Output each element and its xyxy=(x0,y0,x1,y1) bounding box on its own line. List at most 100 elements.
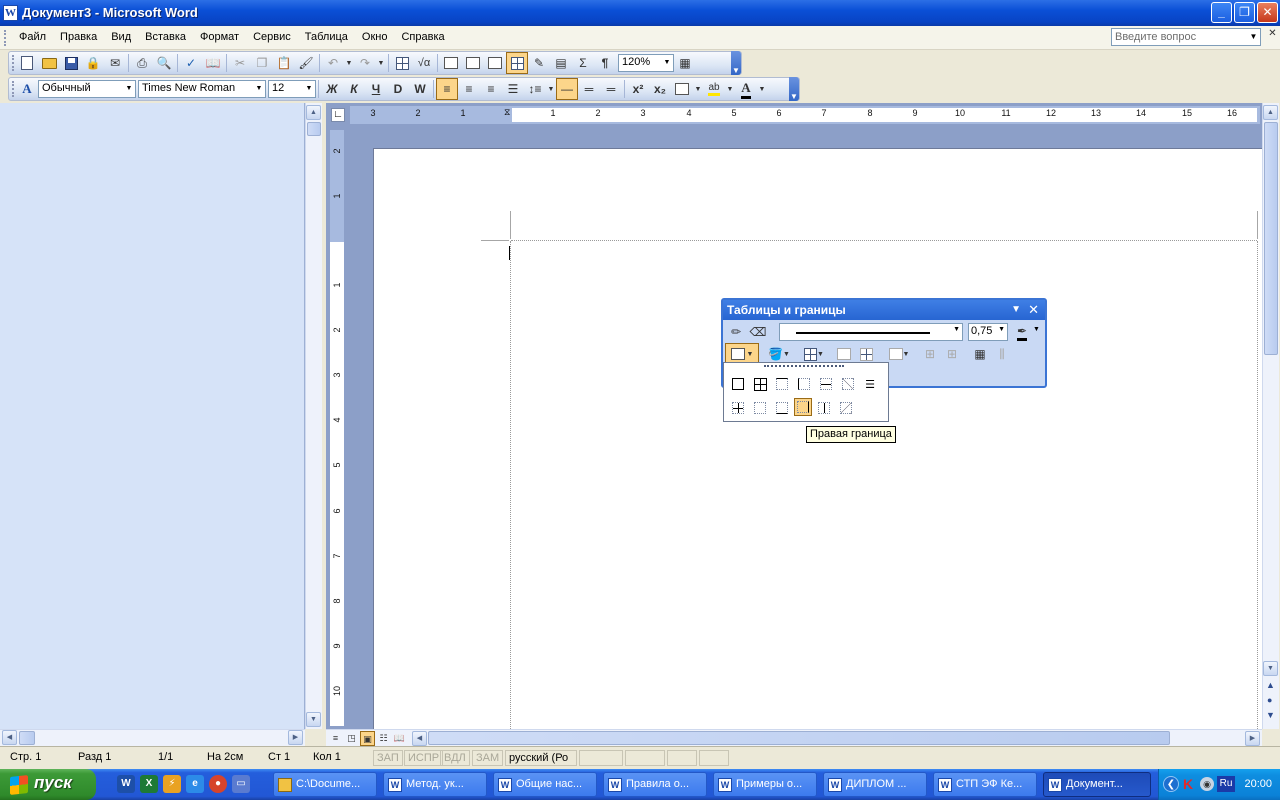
normal-view-icon[interactable]: ≡ xyxy=(328,731,343,746)
previous-page-icon[interactable]: ▲ xyxy=(1266,680,1275,690)
scroll-down-icon[interactable]: ▼ xyxy=(1263,661,1278,676)
scroll-left-icon[interactable]: ◀ xyxy=(412,731,427,746)
undo-button[interactable]: ↶ xyxy=(322,52,344,74)
next-page-icon[interactable]: ▼ xyxy=(1266,710,1275,720)
word-underline-button[interactable]: W xyxy=(409,78,431,100)
scroll-down-icon[interactable]: ▼ xyxy=(306,712,321,727)
diagonal-down-border-option[interactable] xyxy=(839,375,857,393)
toolbar-options-chevron[interactable]: ▼ xyxy=(789,77,799,101)
research-button[interactable]: 📖 xyxy=(202,52,224,74)
align-right-button[interactable]: ≡ xyxy=(480,78,502,100)
menu-help[interactable]: Справка xyxy=(394,31,451,43)
document-vertical-scrollbar[interactable]: ▲ ▼ ▲ ● ▼ xyxy=(1262,103,1279,729)
word-quicklaunch-icon[interactable]: W xyxy=(117,775,135,793)
redo-button[interactable]: ↷ xyxy=(354,52,376,74)
menu-tools[interactable]: Сервис xyxy=(246,31,298,43)
open-button[interactable] xyxy=(38,52,60,74)
bottom-border-option[interactable] xyxy=(773,399,791,417)
paste-button[interactable]: 📋 xyxy=(273,52,295,74)
bold-button[interactable]: Ж xyxy=(321,78,343,100)
align-center-button[interactable]: ≡ xyxy=(458,78,480,100)
double-underline-button[interactable]: D xyxy=(387,78,409,100)
scroll-thumb[interactable] xyxy=(307,122,321,136)
taskbar-item-word-active[interactable]: W Документ... xyxy=(1043,772,1151,797)
taskbar-item-word[interactable]: W Общие нас... xyxy=(493,772,597,797)
eraser-button[interactable]: ⌫ xyxy=(747,321,769,343)
chevron-down-icon[interactable]: ▼ xyxy=(303,81,315,97)
taskbar-item-explorer[interactable]: C:\Docume... xyxy=(273,772,377,797)
header-button[interactable] xyxy=(462,52,484,74)
start-button[interactable]: пуск xyxy=(0,769,96,800)
align-left-button[interactable]: ≡ xyxy=(436,78,458,100)
status-language[interactable]: русский (Ро xyxy=(505,750,577,766)
chevron-down-icon[interactable]: ▼ xyxy=(123,81,135,97)
task-pane-horizontal-scrollbar[interactable]: ◀ ▶ xyxy=(0,729,305,746)
scroll-right-icon[interactable]: ▶ xyxy=(1245,731,1260,746)
excel-quicklaunch-icon[interactable]: X xyxy=(140,775,158,793)
close-button[interactable]: ✕ xyxy=(1257,2,1278,23)
taskbar-item-word[interactable]: W СТП ЭФ Ке... xyxy=(933,772,1037,797)
copy-button[interactable]: ❐ xyxy=(251,52,273,74)
line-style-select[interactable]: ▼ xyxy=(779,323,963,341)
footer-button[interactable] xyxy=(484,52,506,74)
spelling-button[interactable]: ✓ xyxy=(180,52,202,74)
insert-formula-button[interactable]: √α xyxy=(413,52,435,74)
taskbar-item-word[interactable]: W Примеры о... xyxy=(713,772,817,797)
word-app-icon[interactable]: W xyxy=(3,5,18,21)
no-border-option[interactable] xyxy=(751,399,769,417)
toolbar-options-chevron[interactable]: ▼ xyxy=(1011,304,1021,315)
styles-pane-button[interactable]: A xyxy=(16,78,38,100)
internet-explorer-icon[interactable]: e xyxy=(186,775,204,793)
chevron-down-icon[interactable]: ▼ xyxy=(344,60,354,67)
print-layout-view-icon[interactable]: ▣ xyxy=(360,731,375,746)
chevron-down-icon[interactable]: ▼ xyxy=(998,326,1005,333)
text-direction-button[interactable]: ⫼ xyxy=(991,343,1013,365)
zoom-select[interactable]: 120% ▼ xyxy=(618,54,674,72)
chevron-down-icon[interactable]: ▼ xyxy=(953,326,960,333)
taskbar-item-word[interactable]: W Метод. ук... xyxy=(383,772,487,797)
inside-borders-option[interactable] xyxy=(729,399,747,417)
menu-insert[interactable]: Вставка xyxy=(138,31,193,43)
taskbar-item-word[interactable]: W Правила о... xyxy=(603,772,707,797)
close-icon[interactable]: ✕ xyxy=(1028,302,1039,318)
scroll-up-icon[interactable]: ▲ xyxy=(1263,105,1278,120)
inside-horizontal-border-option[interactable] xyxy=(817,375,835,393)
save-button[interactable] xyxy=(60,52,82,74)
status-record-macro[interactable]: ЗАП xyxy=(373,750,403,766)
document-map-button[interactable]: ▤ xyxy=(550,52,572,74)
outline-view-icon[interactable]: ☷ xyxy=(376,731,391,746)
menu-grip[interactable] xyxy=(4,30,8,46)
chevron-down-icon[interactable]: ▼ xyxy=(376,60,386,67)
underline-button[interactable]: Ч xyxy=(365,78,387,100)
menu-format[interactable]: Формат xyxy=(193,31,246,43)
show-formatting-button[interactable]: ¶ xyxy=(594,52,616,74)
chevron-down-icon[interactable]: ▼ xyxy=(693,86,703,93)
chevron-down-icon[interactable]: ▼ xyxy=(661,55,673,71)
border-color-button[interactable]: ✒ xyxy=(1011,321,1033,343)
status-track-changes[interactable]: ИСПР xyxy=(404,750,444,766)
permission-button[interactable]: 🔒 xyxy=(82,52,104,74)
tear-off-grip[interactable] xyxy=(764,365,844,368)
draw-table-button[interactable]: ✏ xyxy=(725,321,747,343)
font-color-button[interactable]: A xyxy=(735,78,757,100)
chevron-down-icon[interactable]: ▼ xyxy=(253,81,265,97)
chevron-down-icon[interactable]: ▼ xyxy=(1033,326,1040,333)
chevron-down-icon[interactable]: ▼ xyxy=(725,86,735,93)
status-overtype[interactable]: ЗАМ xyxy=(472,750,504,766)
browse-object-icon[interactable]: ● xyxy=(1267,695,1272,705)
tray-app-icon[interactable]: ◉ xyxy=(1200,777,1214,791)
font-select[interactable]: Times New Roman ▼ xyxy=(138,80,266,98)
tray-expand-icon[interactable]: ❮ xyxy=(1163,776,1179,792)
tables-borders-title-bar[interactable]: Таблицы и границы ▼ ✕ xyxy=(723,300,1045,320)
left-border-option[interactable] xyxy=(795,375,813,393)
scroll-thumb[interactable] xyxy=(19,731,35,745)
distribute-columns-button[interactable]: ⊞ xyxy=(941,343,963,365)
reading-view-icon[interactable]: 📖 xyxy=(392,731,407,746)
indent-marker-icon[interactable]: ⧖ xyxy=(504,107,510,118)
chevron-down-icon[interactable]: ▼ xyxy=(757,86,767,93)
menu-view[interactable]: Вид xyxy=(104,31,138,43)
inside-vertical-border-option[interactable] xyxy=(815,399,833,417)
language-indicator[interactable]: Ru xyxy=(1217,776,1235,792)
vertical-ruler[interactable]: 2 1 1 2 3 4 5 6 7 8 9 10 xyxy=(330,130,344,726)
winamp-quicklaunch-icon[interactable]: ⚡ xyxy=(163,775,181,793)
